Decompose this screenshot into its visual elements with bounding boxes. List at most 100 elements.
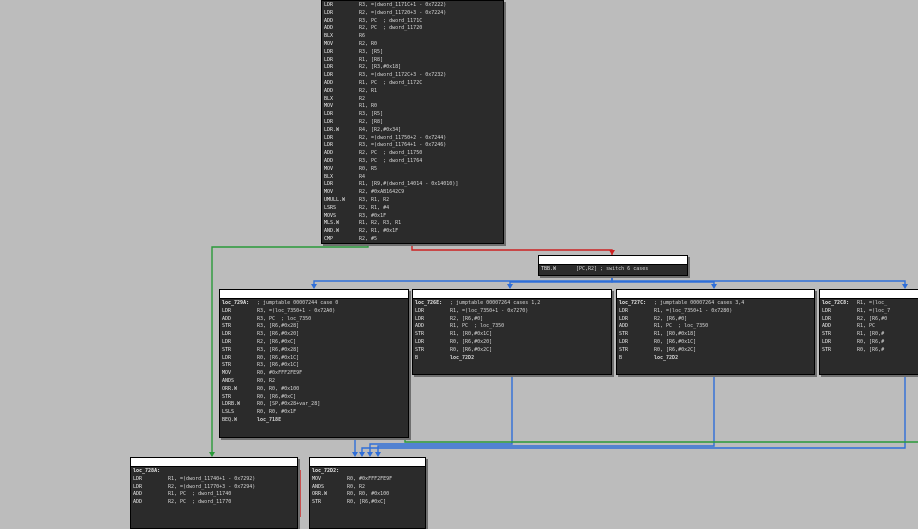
code-line[interactable]: LSRSR2, R1, #4 <box>324 205 501 213</box>
code-line[interactable]: LDRR3, [R5] <box>324 49 501 57</box>
code-line[interactable]: LDRR3, [R5] <box>324 111 501 119</box>
code-block-loc-726e[interactable]: loc_726E:; jumptable 00007264 cases 1,2L… <box>412 289 612 375</box>
code-block-loc-729a[interactable]: loc_729A:; jumptable 00007244 case 0LDRR… <box>219 289 409 438</box>
code-line[interactable]: STRR1, [R0,#0x1C] <box>415 331 609 339</box>
code-line[interactable]: STRR0, [R6,#0x2C] <box>415 347 609 355</box>
code-line[interactable]: LDRR2, =(dword_11770+3 - 0x7294) <box>133 484 295 492</box>
code-line[interactable]: LDRR3, =(dword_1171C+1 - 0x7222) <box>324 2 501 10</box>
code-listing: loc_729A:; jumptable 00007244 case 0LDRR… <box>220 299 408 425</box>
code-line[interactable]: LDRR2, [R6,#0] <box>415 316 609 324</box>
operands: R2, R1 <box>359 88 377 96</box>
code-line[interactable]: LDRR2, [R8] <box>324 119 501 127</box>
code-line[interactable]: ADDR2, PC ; dword_11770 <box>133 499 295 507</box>
code-line[interactable]: LDRR2, =(dword_11750+2 - 0x7244) <box>324 135 501 143</box>
code-line[interactable]: LDRR1, [R9,#(dword_14014 - 0x14010)] <box>324 181 501 189</box>
code-line[interactable]: CMPR2, #5 <box>324 236 501 244</box>
code-line[interactable]: LSLSR0, R0, #0x1F <box>222 409 406 417</box>
code-line[interactable]: ORR.WR0, R0, #0x100 <box>222 386 406 394</box>
code-line[interactable]: AND.WR2, R1, #0x1F <box>324 228 501 236</box>
code-line[interactable]: Bloc_72D2 <box>619 355 812 363</box>
code-line[interactable]: STRR0, [R6,#0xC] <box>222 394 406 402</box>
code-line[interactable]: MOVR0, #0xFFF2FE9F <box>222 370 406 378</box>
code-line[interactable]: MOVSR3, #0x1F <box>324 213 501 221</box>
code-line[interactable]: LDRR3, =(dword_11764+1 - 0x7246) <box>324 142 501 150</box>
code-line[interactable]: STRR3, [R6,#0x28] <box>222 347 406 355</box>
code-line[interactable]: BLXR2 <box>324 96 501 104</box>
code-line[interactable]: LDRR2, =(dword_11720+3 - 0x7224) <box>324 10 501 18</box>
code-line[interactable]: LDRB.WR0, [SP,#0x28+var_28] <box>222 401 406 409</box>
operands: ; jumptable 00007244 case 0 <box>257 300 338 308</box>
code-line[interactable]: ADDR3, PC ; dword_1171C <box>324 18 501 26</box>
code-line[interactable]: UMULL.WR3, R1, R2 <box>324 197 501 205</box>
code-line[interactable]: ADDR1, PC <box>822 323 918 331</box>
code-line[interactable]: LDRR1, [R8] <box>324 57 501 65</box>
code-line[interactable]: BLXR6 <box>324 33 501 41</box>
code-line[interactable]: STRR3, [R6,#0x28] <box>222 323 406 331</box>
code-line[interactable]: ANDSR0, R2 <box>222 378 406 386</box>
code-line[interactable]: BLXR4 <box>324 174 501 182</box>
code-line[interactable]: ADDR2, PC ; dword_11750 <box>324 150 501 158</box>
code-line[interactable]: loc_72C8:R1, =(loc_ <box>822 300 918 308</box>
code-line[interactable]: LDRR0, [R6,#0x20] <box>415 339 609 347</box>
code-block-loc-72d2[interactable]: loc_72D2:MOVR0, #0xFFF2FE9FANDSR0, R2ORR… <box>309 457 426 529</box>
code-block-switch[interactable]: TBB.W[PC,R2] ; switch 6 cases <box>538 255 688 276</box>
code-line[interactable]: ANDSR0, R2 <box>312 484 423 492</box>
code-line[interactable]: TBB.W[PC,R2] ; switch 6 cases <box>541 266 685 274</box>
code-line[interactable]: MOVR2, #0xAB1642C9 <box>324 189 501 197</box>
code-line[interactable]: LDRR2, [R3,#0x18] <box>324 64 501 72</box>
code-line[interactable]: STRR1, [R0,# <box>822 331 918 339</box>
code-line[interactable]: ADDR2, R1 <box>324 88 501 96</box>
code-line[interactable]: STRR3, [R6,#0x1C] <box>222 362 406 370</box>
code-line[interactable]: MOVR0, R5 <box>324 166 501 174</box>
mnemonic: BLX <box>324 33 359 41</box>
code-line[interactable]: LDRR1, =(loc_7350+1 - 0x7270) <box>415 308 609 316</box>
code-line[interactable]: LDRR2, [R6,#0] <box>619 316 812 324</box>
code-line[interactable]: loc_726E:; jumptable 00007264 cases 1,2 <box>415 300 609 308</box>
code-line[interactable]: ADDR1, PC ; dword_1172C <box>324 80 501 88</box>
code-line[interactable]: STRR0, [R6,# <box>822 347 918 355</box>
operands: R6 <box>359 33 365 41</box>
code-block-loc-727c[interactable]: loc_727C:; jumptable 00007264 cases 3,4L… <box>616 289 815 375</box>
code-line[interactable]: loc_728A: <box>133 468 295 476</box>
code-line[interactable]: LDRR3, =(loc_7350+1 - 0x72A0) <box>222 308 406 316</box>
code-line[interactable]: loc_727C:; jumptable 00007264 cases 3,4 <box>619 300 812 308</box>
code-line[interactable]: STRR0, [R6,#0x2C] <box>619 347 812 355</box>
code-line[interactable]: ADDR1, PC ; loc_7350 <box>415 323 609 331</box>
code-line[interactable]: STRR1, [R0,#0x18] <box>619 331 812 339</box>
code-line[interactable]: MOVR1, R0 <box>324 103 501 111</box>
code-line[interactable]: LDRR0, [R6,# <box>822 339 918 347</box>
code-line[interactable]: LDR.WR4, [R2,#0x34] <box>324 127 501 135</box>
operands: R2 <box>359 96 365 104</box>
code-line[interactable]: LDRR1, =(dword_11740+1 - 0x7292) <box>133 476 295 484</box>
code-line[interactable]: Bloc_72D2 <box>415 355 609 363</box>
mnemonic: MOV <box>312 476 347 484</box>
code-line[interactable]: LDRR0, [R6,#0x1C] <box>222 355 406 363</box>
code-line[interactable]: LDRR3, =(dword_1172C+3 - 0x7232) <box>324 72 501 80</box>
code-line[interactable]: LDRR3, [R6,#0x20] <box>222 331 406 339</box>
operands: ; jumptable 00007264 cases 3,4 <box>654 300 744 308</box>
code-line[interactable]: ADDR3, PC ; loc_7350 <box>222 316 406 324</box>
code-line[interactable]: LDRR1, =(loc_7 <box>822 308 918 316</box>
code-block-loc-72c8[interactable]: loc_72C8:R1, =(loc_LDRR1, =(loc_7LDRR2, … <box>819 289 918 375</box>
code-line[interactable]: ADDR3, PC ; dword_11764 <box>324 158 501 166</box>
operands: R2, [R3,#0x18] <box>359 64 401 72</box>
operands: R2, PC ; dword_11750 <box>359 150 422 158</box>
code-line[interactable]: LDRR0, [R6,#0x1C] <box>619 339 812 347</box>
code-line[interactable]: LDRR2, [R6,#0 <box>822 316 918 324</box>
code-line[interactable]: MLS.WR1, R2, R3, R1 <box>324 220 501 228</box>
code-line[interactable]: LDRR2, [R6,#0xC] <box>222 339 406 347</box>
code-line[interactable]: loc_72D2: <box>312 468 423 476</box>
code-block-loc-728a[interactable]: loc_728A:LDRR1, =(dword_11740+1 - 0x7292… <box>130 457 298 529</box>
code-line[interactable]: ADDR1, PC ; dword_11740 <box>133 491 295 499</box>
code-line[interactable]: BEQ.Wloc_718E <box>222 417 406 425</box>
code-block-main[interactable]: LDRR3, =(dword_1171C+1 - 0x7222)LDRR2, =… <box>321 0 504 244</box>
code-line[interactable]: ADDR1, PC ; loc_7350 <box>619 323 812 331</box>
code-line[interactable]: STRR0, [R6,#0xC] <box>312 499 423 507</box>
code-line[interactable]: loc_729A:; jumptable 00007244 case 0 <box>222 300 406 308</box>
code-line[interactable]: ADDR2, PC ; dword_11720 <box>324 25 501 33</box>
code-line[interactable]: MOVR0, #0xFFF2FE9F <box>312 476 423 484</box>
code-line[interactable]: LDRR1, =(loc_7350+1 - 0x7280) <box>619 308 812 316</box>
code-line[interactable]: MOVR2, R0 <box>324 41 501 49</box>
block-header <box>617 290 814 299</box>
code-line[interactable]: ORR.WR0, R0, #0x100 <box>312 491 423 499</box>
